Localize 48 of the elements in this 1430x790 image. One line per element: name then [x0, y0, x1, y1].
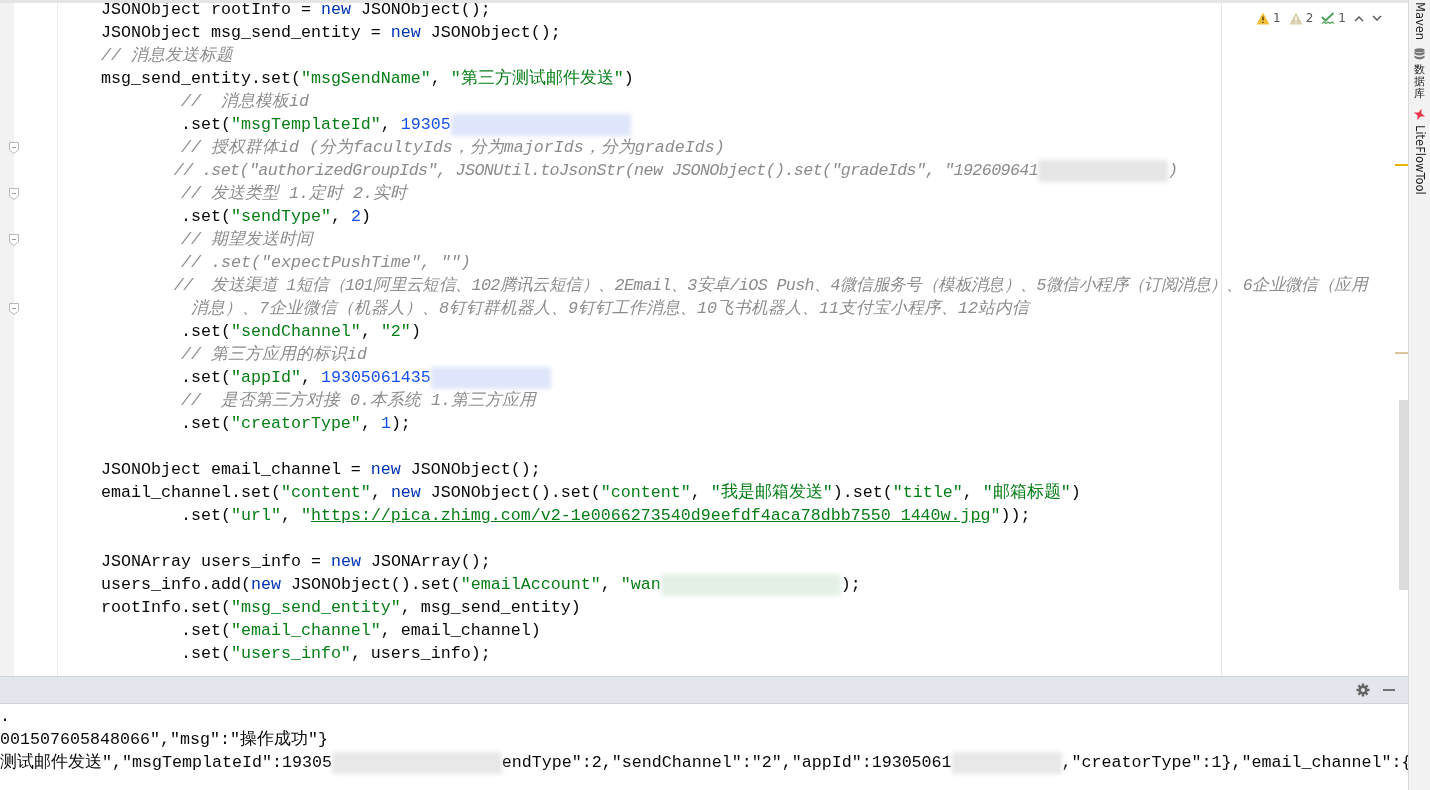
chevron-up-icon[interactable]	[1354, 14, 1364, 22]
fold-icon[interactable]	[9, 302, 19, 315]
code-line: // 授权群体id (分为facultyIds，分为majorIds，分为gradeIds)	[179, 137, 725, 159]
code-line: rootInfo.set("msg_send_entity", msg_send_entity)	[99, 597, 581, 619]
scrollbar-thumb[interactable]	[1399, 400, 1408, 590]
code-line: .set("email_channel", email_channel)	[179, 620, 541, 642]
code-line: JSONObject email_channel = new JSONObject();	[99, 459, 541, 481]
code-line: JSONArray users_info = new JSONArray();	[99, 551, 491, 573]
fold-icon[interactable]	[9, 141, 19, 154]
code-line: // .set("expectPushTime", "")	[179, 252, 471, 274]
console-line: 001507605848066","msg":"操作成功"}	[0, 729, 328, 751]
warning-icon[interactable]	[1256, 11, 1271, 25]
code-line: // 期望发送时间	[179, 229, 313, 251]
star-icon[interactable]	[1413, 108, 1426, 122]
tool-window-label[interactable]: 数据库	[1414, 64, 1425, 101]
code-line: .set("creatorType", 1);	[179, 413, 411, 435]
code-line: email_channel.set("content", new JSONObject().set("content", "我是邮箱发送").set("title", "邮箱标题")	[99, 482, 1081, 504]
code-link[interactable]: https://pica.zhimg.com/v2-1e0066273540d9eefdf4aca78dbb7550_1440w.jpg	[310, 506, 991, 525]
console-line: 测试邮件发送","msgTemplateId":19305 endType":2,"sendChannel":"2","appId":19305061 ,"creatorType":1},"email_channel":{	[0, 751, 1412, 774]
code-line: .set("users_info", users_info);	[179, 643, 491, 665]
code-line: // 是否第三方对接 0.本系统 1.第三方应用	[179, 390, 536, 412]
inspection-count: 1	[1273, 11, 1281, 25]
code-line: // 第三方应用的标识id	[179, 344, 367, 366]
fold-icon[interactable]	[9, 233, 19, 246]
code-line: .set("sendChannel", "2")	[179, 321, 421, 343]
database-icon[interactable]	[1414, 48, 1425, 61]
code-line: .set("msgTemplateId", 19305	[61, 113, 631, 136]
fold-icon[interactable]	[9, 187, 19, 200]
check-icon[interactable]	[1321, 11, 1336, 25]
settings-icon[interactable]	[1356, 683, 1370, 697]
chevron-down-icon[interactable]	[1372, 14, 1382, 22]
code-line: // 消息模板id	[179, 91, 309, 113]
code-line: users_info.add(new JSONObject().set("emailAccount", "wan );	[99, 573, 861, 596]
code-line: // 发送类型 1.定时 2.实时	[179, 183, 407, 205]
tool-window-label[interactable]: Maven	[1412, 2, 1427, 41]
code-line: // 发送渠道 1短信（101阿里云短信、102腾讯云短信）、2Email、3安卓/iOS Push、4微信服务号（模板消息）、5微信小程序（订阅消息）、6企业微信（应用	[172, 275, 1367, 297]
inspection-count: 2	[1305, 11, 1314, 25]
code-line: 消息）、7企业微信（机器人）、8钉钉群机器人、9钉钉工作消息、10飞书机器人、11支付宝小程序、12站内信	[189, 298, 1029, 320]
code-line: .set("url", "https://pica.zhimg.com/v2-1e0066273540d9eefdf4aca78dbb7550_1440w.jpg"));	[179, 505, 1031, 527]
code-line: msg_send_entity.set("msgSendName", "第三方测试邮件发送")	[99, 68, 634, 90]
code-line: .set("sendType", 2)	[179, 206, 371, 228]
inspection-count: 1	[1338, 11, 1346, 25]
code-line: // 消息发送标题	[99, 45, 233, 67]
code-line: // .set("authorizedGroupIds", JSONUtil.toJsonStr(new JSONObject().set("gradeIds", "192609641 )	[172, 159, 1179, 182]
code-line: .set("appId", 19305061435	[61, 366, 551, 389]
console-line: .	[0, 706, 10, 728]
code-line: JSONObject msg_send_entity = new JSONObject();	[99, 22, 561, 44]
tool-window-label[interactable]: LiteFlowTool	[1412, 125, 1427, 196]
